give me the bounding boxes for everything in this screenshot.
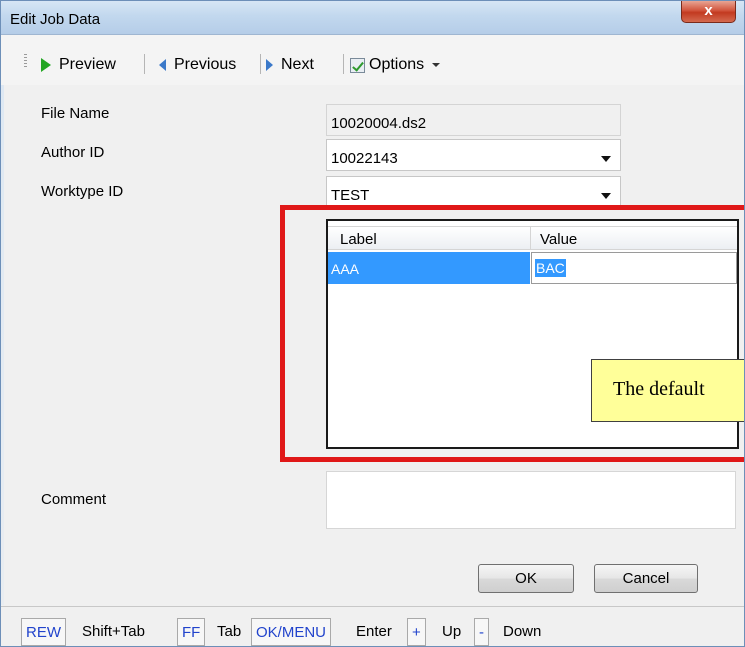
author-id-dropdown[interactable]: 10022143 bbox=[326, 139, 621, 171]
file-name-label: File Name bbox=[41, 105, 110, 122]
toolbar-separator bbox=[260, 54, 261, 74]
cancel-button[interactable]: Cancel bbox=[594, 564, 698, 593]
shortcut-status-bar: REW Shift+Tab FF Tab OK/MENU Enter + Up … bbox=[1, 606, 744, 646]
preview-label: Preview bbox=[59, 56, 116, 73]
options-label: Options bbox=[369, 56, 425, 73]
previous-button[interactable]: Previous bbox=[159, 56, 236, 74]
key-plus: + bbox=[407, 618, 426, 646]
author-id-value: 10022143 bbox=[331, 150, 398, 167]
ok-button[interactable]: OK bbox=[478, 564, 574, 593]
next-label: Next bbox=[281, 56, 314, 73]
key-rew: REW bbox=[21, 618, 66, 646]
comment-field[interactable] bbox=[326, 471, 736, 529]
dropdown-arrow-icon[interactable] bbox=[601, 193, 611, 199]
comment-label: Comment bbox=[41, 491, 107, 508]
right-arrow-icon bbox=[266, 59, 273, 71]
toolbar-grip[interactable] bbox=[24, 54, 27, 68]
key-rew-action: Shift+Tab bbox=[82, 623, 145, 640]
worktype-id-label: Worktype ID bbox=[41, 183, 124, 200]
previous-label: Previous bbox=[174, 56, 237, 73]
key-ff-action: Tab bbox=[217, 623, 242, 640]
key-ff: FF bbox=[177, 618, 206, 646]
toolbar-separator bbox=[343, 54, 344, 74]
next-button[interactable]: Next bbox=[266, 56, 314, 74]
file-name-field: 10020004.ds2 bbox=[326, 104, 621, 136]
preview-button[interactable]: Preview bbox=[41, 56, 116, 74]
file-name-value: 10020004.ds2 bbox=[331, 115, 427, 132]
edit-job-data-window: Edit Job Data x Preview Previous Next Op… bbox=[0, 0, 745, 647]
toolbar: Preview Previous Next Options bbox=[1, 35, 744, 85]
window-edge bbox=[1, 35, 4, 605]
dropdown-arrow-icon[interactable] bbox=[601, 156, 611, 162]
worktype-id-dropdown[interactable]: TEST bbox=[326, 176, 621, 208]
highlight-box bbox=[280, 205, 744, 462]
annotation-callout: The default bbox=[591, 359, 744, 422]
key-minus: - bbox=[474, 618, 489, 646]
key-ok-menu: OK/MENU bbox=[251, 618, 332, 646]
close-button[interactable]: x bbox=[681, 1, 736, 23]
options-button[interactable]: Options bbox=[350, 56, 441, 74]
left-arrow-icon bbox=[159, 59, 166, 71]
key-plus-action: Up bbox=[442, 623, 462, 640]
worktype-id-value: TEST bbox=[331, 187, 370, 204]
title-bar: Edit Job Data x bbox=[1, 1, 744, 35]
play-icon bbox=[41, 58, 51, 72]
author-id-label: Author ID bbox=[41, 144, 105, 161]
chevron-down-icon bbox=[432, 63, 441, 67]
toolbar-separator bbox=[144, 54, 145, 74]
checklist-icon bbox=[350, 57, 365, 73]
key-ok-menu-action: Enter bbox=[356, 623, 392, 640]
key-minus-action: Down bbox=[503, 623, 542, 640]
window-title: Edit Job Data bbox=[10, 11, 101, 28]
